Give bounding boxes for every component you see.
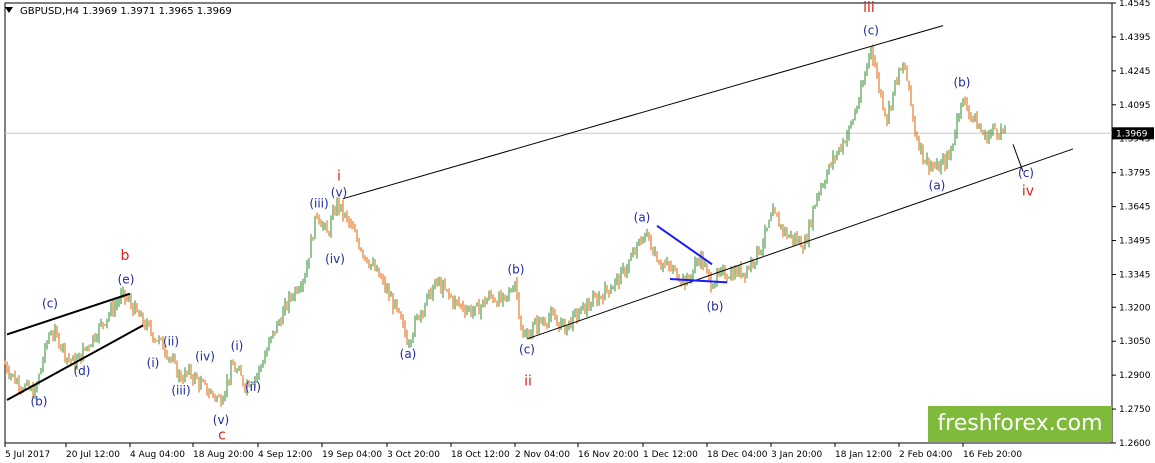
price-tick-label: 1.3345	[1119, 270, 1151, 280]
price-tick-label: 1.3795	[1119, 169, 1151, 179]
time-tick-label: 20 Jul 12:00	[66, 450, 120, 460]
price-tick-label: 1.2750	[1119, 405, 1151, 415]
wave-label-blue: (i)	[147, 356, 160, 370]
wave-label-blue: (ii)	[163, 335, 179, 349]
plot-border	[4, 2, 1113, 444]
price-tick-label: 1.3495	[1119, 237, 1151, 247]
trendline[interactable]	[656, 225, 713, 266]
freshforex-logo: freshforex.com	[928, 406, 1112, 442]
wave-label-blue: (b)	[954, 76, 971, 90]
time-tick-label: 1 Dec 12:00	[643, 450, 698, 460]
time-tick-label: 18 Aug 20:00	[193, 450, 254, 460]
price-tick-label: 1.3645	[1119, 203, 1151, 213]
wave-label-blue: (v)	[331, 185, 347, 199]
wave-label-blue: (c)	[863, 24, 879, 38]
wave-label-blue: (iv)	[195, 349, 215, 363]
price-tick-label: 1.3050	[1119, 337, 1151, 347]
wave-label-blue: (ii)	[245, 380, 261, 394]
wave-label-blue: (c)	[519, 343, 535, 357]
time-tick-label: 2 Feb 04:00	[899, 450, 953, 460]
time-tick-label: 4 Aug 04:00	[130, 450, 185, 460]
wave-label-blue: (b)	[707, 300, 724, 314]
time-tick-label: 19 Sep 04:00	[322, 450, 382, 460]
time-tick-label: 16 Nov 20:00	[578, 450, 639, 460]
price-tick-label: 1.4245	[1119, 67, 1151, 77]
trendline[interactable]	[6, 324, 144, 401]
time-tick-label: 18 Jan 12:00	[835, 450, 892, 460]
wave-label-red: i	[337, 169, 341, 185]
wave-label-blue: (i)	[231, 339, 244, 353]
time-axis[interactable]: 5 Jul 2017 20 Jul 12:00 4 Aug 04:00 18 Aug …	[4, 443, 1022, 460]
time-tick-label: 2 Nov 04:00	[515, 450, 570, 460]
wave-label-blue: (a)	[634, 210, 651, 224]
time-tick-label: 18 Oct 12:00	[451, 450, 510, 460]
dropdown-triangle-icon[interactable]	[5, 7, 13, 13]
wave-label-blue: (v)	[213, 413, 229, 427]
wave-label-blue: (e)	[118, 273, 135, 287]
symbol-header: GBPUSD,H4 1.3969 1.3971 1.3965 1.3969	[20, 6, 232, 17]
time-tick-label: 4 Sep 12:00	[258, 450, 313, 460]
price-tick-label: 1.2900	[1119, 371, 1151, 381]
wave-label-blue: (iv)	[325, 252, 345, 266]
price-tick-label: 1.4395	[1119, 33, 1151, 43]
chart-frame	[4, 2, 1113, 444]
price-tick-label: 1.4545	[1119, 0, 1151, 9]
candle-layer	[4, 44, 1006, 407]
current-price-label: 1.3969	[1116, 129, 1148, 139]
time-tick-label: 3 Oct 20:00	[387, 450, 440, 460]
wave-label-blue: (c)	[42, 296, 58, 310]
price-tick-label: 1.2600	[1119, 439, 1151, 449]
trendline[interactable]	[526, 148, 1074, 340]
wave-label-blue: (b)	[31, 395, 48, 409]
price-axis[interactable]: 1.45451.43951.42451.40951.39451.37951.36…	[1112, 0, 1151, 449]
wave-label-red: ii	[524, 373, 532, 389]
wave-label-blue: (c)	[1018, 166, 1034, 180]
wave-label-red: iv	[1022, 183, 1034, 199]
wave-label-blue: (a)	[929, 179, 946, 193]
wave-label-blue: (iii)	[309, 197, 328, 211]
price-tick-label: 1.4095	[1119, 101, 1151, 111]
wave-label-red: c	[218, 428, 226, 444]
wave-label-blue: (a)	[400, 347, 417, 361]
current-price-tag: 1.3969	[1112, 127, 1154, 140]
time-tick-label: 18 Dec 04:00	[707, 450, 768, 460]
trendline[interactable]	[342, 25, 944, 200]
trendline[interactable]	[6, 292, 131, 336]
wave-label-red: b	[121, 248, 130, 264]
wave-label-blue: (d)	[74, 364, 91, 378]
wave-label-red: iii	[863, 0, 875, 16]
price-chart[interactable]: (b)(c)(d)(e)(ii)(i) (iv)(iii)(i)(ii)(v)(i…	[0, 0, 1155, 463]
wave-label-blue: (iii)	[171, 383, 190, 397]
time-tick-label: 3 Jan 20:00	[771, 450, 823, 460]
wave-label-blue: (b)	[508, 262, 525, 276]
price-tick-label: 1.3200	[1119, 303, 1151, 313]
time-tick-label: 16 Feb 20:00	[963, 450, 1022, 460]
time-tick-label: 5 Jul 2017	[5, 450, 50, 460]
